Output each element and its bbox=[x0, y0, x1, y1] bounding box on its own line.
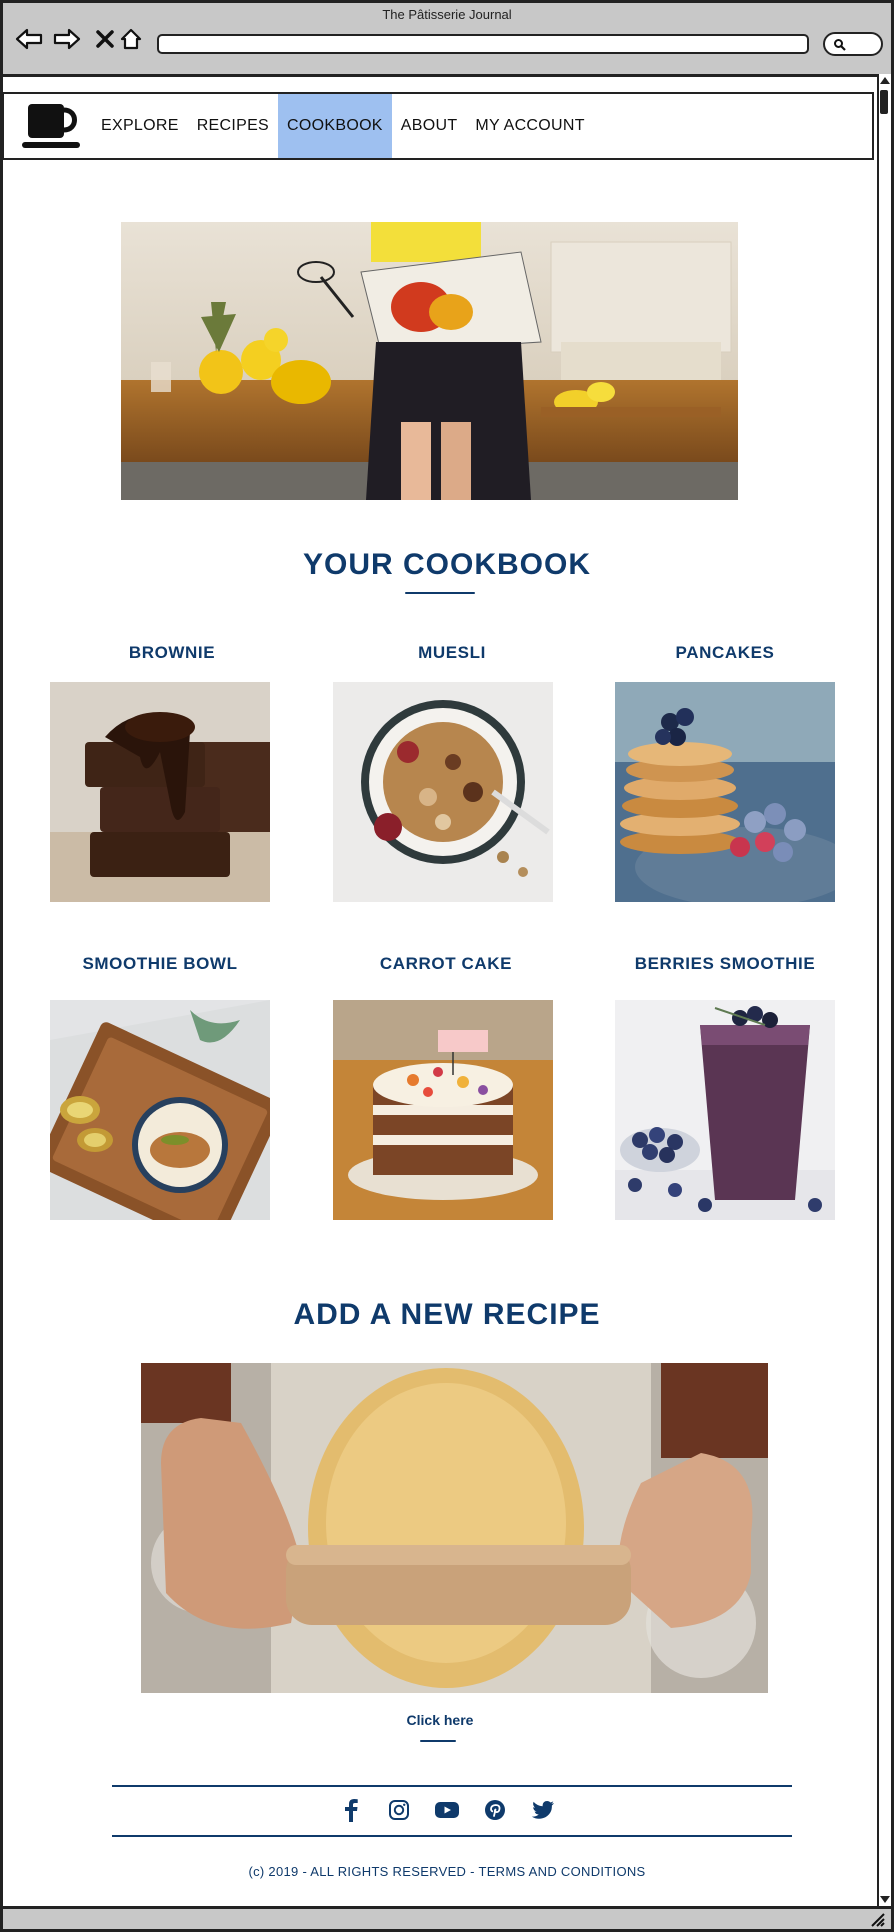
recipe-image-carrot-cake[interactable] bbox=[333, 1000, 553, 1220]
hero-image bbox=[121, 222, 738, 500]
link-underline bbox=[420, 1740, 456, 1742]
close-icon bbox=[96, 30, 114, 48]
search-icon bbox=[834, 39, 846, 51]
nav-about[interactable]: ABOUT bbox=[392, 94, 467, 158]
main-menu: EXPLORE RECIPES COOKBOOK ABOUT MY ACCOUN… bbox=[92, 94, 594, 158]
recipe-image-berries-smoothie[interactable] bbox=[615, 1000, 835, 1220]
home-icon bbox=[120, 28, 142, 50]
back-button[interactable] bbox=[15, 25, 43, 53]
twitter-icon[interactable] bbox=[528, 1795, 558, 1825]
heading-underline bbox=[405, 592, 475, 594]
recipe-title-smoothie-bowl[interactable]: SMOOTHIE BOWL bbox=[50, 954, 270, 974]
recipe-title-muesli[interactable]: MUESLI bbox=[333, 643, 571, 663]
recipe-title-carrot-cake[interactable]: CARROT CAKE bbox=[333, 954, 559, 974]
nav-my-account[interactable]: MY ACCOUNT bbox=[466, 94, 593, 158]
resize-grip-icon[interactable] bbox=[869, 1911, 885, 1927]
add-recipe-heading: ADD A NEW RECIPE bbox=[293, 1298, 601, 1331]
browser-toolbar: The Pâtisserie Journal bbox=[0, 0, 894, 74]
nav-explore[interactable]: EXPLORE bbox=[92, 94, 188, 158]
recipe-title-pancakes[interactable]: PANCAKES bbox=[615, 643, 835, 663]
recipe-image-smoothie-bowl[interactable] bbox=[50, 1000, 270, 1220]
facebook-icon[interactable] bbox=[336, 1795, 366, 1825]
recipe-image-pancakes[interactable] bbox=[615, 682, 835, 902]
social-links bbox=[0, 1795, 894, 1825]
scroll-down-icon[interactable] bbox=[880, 1896, 890, 1903]
window-title: The Pâtisserie Journal bbox=[382, 7, 512, 22]
browser-status-bar bbox=[0, 1906, 894, 1932]
coffee-cup-logo-icon[interactable] bbox=[20, 102, 84, 154]
footer-top-rule bbox=[112, 1785, 792, 1787]
add-recipe-image[interactable] bbox=[141, 1363, 768, 1693]
browser-search-box[interactable] bbox=[823, 32, 883, 56]
site-navbar: EXPLORE RECIPES COOKBOOK ABOUT MY ACCOUN… bbox=[2, 92, 874, 160]
footer-bottom-rule bbox=[112, 1835, 792, 1837]
pinterest-icon[interactable] bbox=[480, 1795, 510, 1825]
forward-arrow-icon bbox=[53, 28, 81, 50]
copyright-footer[interactable]: (c) 2019 - ALL RIGHTS RESERVED - TERMS A… bbox=[0, 1864, 894, 1879]
back-arrow-icon bbox=[15, 28, 43, 50]
nav-recipes[interactable]: RECIPES bbox=[188, 94, 278, 158]
scroll-up-icon[interactable] bbox=[880, 77, 890, 84]
vertical-scrollbar[interactable] bbox=[877, 74, 891, 1906]
instagram-icon[interactable] bbox=[384, 1795, 414, 1825]
recipe-image-muesli[interactable] bbox=[333, 682, 553, 902]
add-recipe-link[interactable]: Click here bbox=[0, 1712, 880, 1728]
stop-button[interactable] bbox=[91, 25, 119, 53]
home-button[interactable] bbox=[117, 25, 145, 53]
recipe-title-berries-smoothie[interactable]: BERRIES SMOOTHIE bbox=[615, 954, 835, 974]
recipe-title-brownie[interactable]: BROWNIE bbox=[50, 643, 294, 663]
youtube-icon[interactable] bbox=[432, 1795, 462, 1825]
address-bar[interactable] bbox=[157, 34, 809, 54]
forward-button[interactable] bbox=[53, 25, 81, 53]
cookbook-heading: YOUR COOKBOOK bbox=[302, 548, 591, 581]
nav-cookbook[interactable]: COOKBOOK bbox=[278, 94, 392, 158]
recipe-image-brownie[interactable] bbox=[50, 682, 270, 902]
scrollbar-thumb[interactable] bbox=[880, 90, 888, 114]
